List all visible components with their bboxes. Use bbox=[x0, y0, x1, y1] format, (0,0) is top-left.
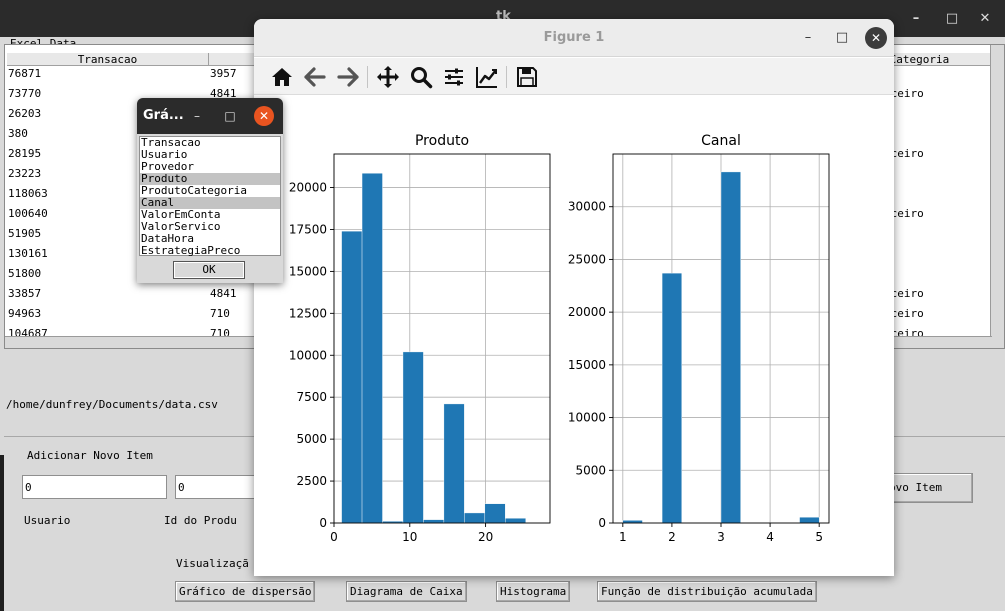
y-tick-label: 15000 bbox=[289, 264, 327, 278]
chart-title: Canal bbox=[701, 133, 741, 149]
toolbar-separator bbox=[506, 66, 507, 88]
figure-maximize-button[interactable]: □ bbox=[831, 27, 853, 49]
histogram-bar bbox=[402, 351, 424, 524]
histogram-bar bbox=[464, 512, 486, 524]
file-path-label: /home/dunfrey/Documents/data.csv bbox=[6, 398, 218, 411]
table-cell-transacao[interactable]: 23223 bbox=[8, 167, 41, 181]
toolbar-separator bbox=[367, 66, 368, 88]
edit-axis-icon[interactable] bbox=[475, 65, 499, 89]
figure-window: Figure 1 – □ ✕ 0 10 20 0 2500 5000 7500 … bbox=[254, 19, 894, 576]
back-icon[interactable] bbox=[303, 65, 327, 89]
y-tick-label: 17500 bbox=[289, 222, 327, 236]
dialog-titlebar[interactable]: Grá... – □ ✕ bbox=[137, 98, 283, 134]
histogram-button[interactable]: Histograma bbox=[496, 581, 571, 602]
visualization-label: Visualizaçã bbox=[176, 557, 249, 570]
column-header-transacao[interactable]: Transacao bbox=[7, 53, 209, 66]
y-tick-label: 30000 bbox=[568, 200, 606, 214]
dialog-maximize-button[interactable]: □ bbox=[220, 106, 240, 126]
table-cell-transacao[interactable]: 130161 bbox=[8, 247, 48, 261]
home-icon[interactable] bbox=[270, 65, 294, 89]
chart-title: Produto bbox=[415, 133, 469, 149]
figure-minimize-button[interactable]: – bbox=[797, 27, 819, 49]
table-cell-transacao[interactable]: 118063 bbox=[8, 187, 48, 201]
y-tick-label: 20000 bbox=[568, 305, 606, 319]
table-cell-value[interactable]: 710 bbox=[210, 307, 230, 321]
minimize-button[interactable]: – bbox=[906, 9, 926, 29]
x-tick-label: 0 bbox=[330, 530, 338, 544]
y-tick-label: 0 bbox=[598, 516, 606, 530]
maximize-button[interactable]: □ bbox=[942, 9, 962, 29]
cdf-button[interactable]: Função de distribuição acumulada bbox=[597, 581, 817, 602]
dialog-minimize-button[interactable]: – bbox=[187, 106, 207, 126]
table-cell-transacao[interactable]: 26203 bbox=[8, 107, 41, 121]
histogram-bar bbox=[484, 503, 506, 524]
add-item-label: Adicionar Novo Item bbox=[27, 449, 153, 462]
box-plot-button[interactable]: Diagrama de Caixa bbox=[346, 581, 467, 602]
histogram-bar bbox=[799, 517, 820, 524]
zoom-icon[interactable] bbox=[409, 65, 433, 89]
table-cell-transacao[interactable]: 100640 bbox=[8, 207, 48, 221]
y-tick-label: 2500 bbox=[296, 474, 327, 488]
usuario-label: Usuario bbox=[24, 514, 71, 527]
ok-button[interactable]: OK bbox=[173, 261, 245, 279]
y-tick-label: 10000 bbox=[568, 411, 606, 425]
y-tick-label: 12500 bbox=[289, 306, 327, 320]
histogram-bar bbox=[720, 171, 741, 524]
table-cell-value[interactable]: 3957 bbox=[210, 67, 237, 81]
histogram-bar bbox=[661, 272, 682, 524]
x-tick-label: 1 bbox=[619, 530, 627, 544]
x-tick-label: 4 bbox=[766, 530, 774, 544]
vertical-scrollbar[interactable] bbox=[990, 45, 1004, 348]
close-button[interactable]: ✕ bbox=[975, 9, 995, 29]
column-listbox[interactable]: Transacao Usuario Provedor Produto ProdutoCa… bbox=[139, 136, 281, 257]
y-tick-label: 15000 bbox=[568, 358, 606, 372]
histogram-bar bbox=[505, 518, 526, 524]
y-tick-label: 7500 bbox=[296, 390, 327, 404]
table-cell-value[interactable]: 4841 bbox=[210, 287, 237, 301]
x-tick-label: 20 bbox=[478, 530, 493, 544]
y-tick-label: 5000 bbox=[575, 463, 606, 477]
table-cell-transacao[interactable]: 94963 bbox=[8, 307, 41, 321]
y-tick-label: 10000 bbox=[289, 348, 327, 362]
figure-canvas[interactable]: 0 10 20 0 2500 5000 7500 10000 12500 15000 17500 20… bbox=[254, 96, 894, 576]
x-tick-label: 10 bbox=[402, 530, 417, 544]
charts-svg: 0 10 2002500500075001000012500150001750020… bbox=[289, 133, 830, 544]
forward-icon[interactable] bbox=[336, 65, 360, 89]
scatter-plot-button[interactable]: Gráfico de dispersão bbox=[175, 581, 316, 602]
table-cell-transacao[interactable]: 51800 bbox=[8, 267, 41, 281]
window-edge bbox=[0, 455, 4, 611]
table-cell-transacao[interactable]: 33857 bbox=[8, 287, 41, 301]
save-icon[interactable] bbox=[515, 65, 539, 89]
table-cell-transacao[interactable]: 28195 bbox=[8, 147, 41, 161]
configure-subplots-icon[interactable] bbox=[442, 65, 466, 89]
y-tick-label: 5000 bbox=[296, 432, 327, 446]
x-tick-label: 3 bbox=[717, 530, 725, 544]
column-header-second[interactable] bbox=[209, 53, 259, 66]
pan-icon[interactable] bbox=[376, 65, 400, 89]
column-dialog: Grá... – □ ✕ Transacao Usuario Provedor Pro… bbox=[137, 98, 283, 283]
id-produto-label: Id do Produ bbox=[164, 514, 237, 527]
y-tick-label: 0 bbox=[319, 516, 327, 530]
list-item[interactable]: EstrategiaPreco bbox=[140, 245, 280, 257]
usuario-input[interactable]: 0 bbox=[22, 475, 167, 499]
histogram-bar bbox=[443, 403, 465, 524]
histogram-bar bbox=[423, 519, 445, 524]
y-tick-label: 25000 bbox=[568, 252, 606, 266]
histogram-bar bbox=[341, 230, 363, 524]
figure-toolbar bbox=[254, 58, 894, 95]
id-produto-input[interactable]: 0 bbox=[175, 475, 260, 499]
table-cell-transacao[interactable]: 51905 bbox=[8, 227, 41, 241]
dialog-title: Grá... bbox=[143, 108, 184, 123]
column-header-categoria[interactable]: oCategoria bbox=[883, 53, 991, 66]
table-cell-transacao[interactable]: 380 bbox=[8, 127, 28, 141]
figure-close-button[interactable]: ✕ bbox=[865, 27, 887, 49]
figure-titlebar[interactable]: Figure 1 – □ ✕ bbox=[254, 19, 894, 57]
table-cell-transacao[interactable]: 73770 bbox=[8, 87, 41, 101]
table-cell-transacao[interactable]: 76871 bbox=[8, 67, 41, 81]
x-tick-label: 2 bbox=[668, 530, 676, 544]
dialog-close-button[interactable]: ✕ bbox=[254, 106, 274, 126]
y-tick-label: 20000 bbox=[289, 181, 327, 195]
x-tick-label: 5 bbox=[815, 530, 823, 544]
histogram-bar bbox=[361, 173, 383, 524]
